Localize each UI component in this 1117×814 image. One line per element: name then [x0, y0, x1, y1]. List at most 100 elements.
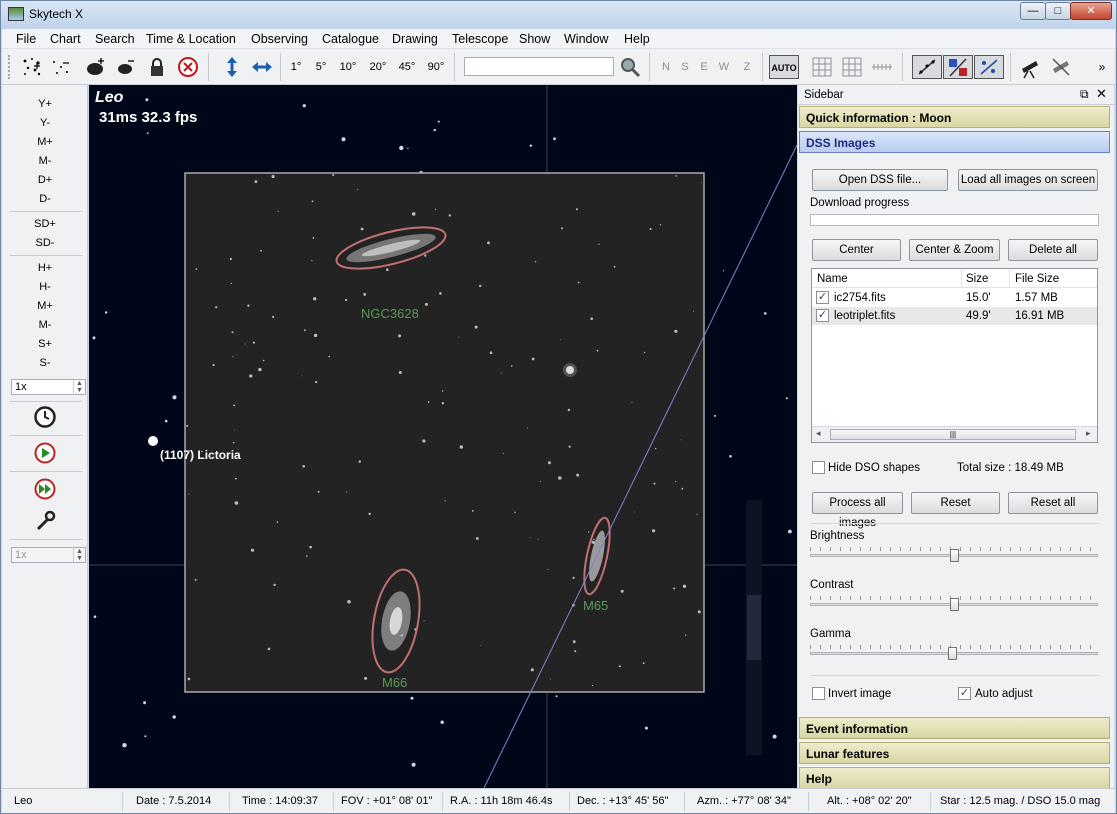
hour-minus-button[interactable]: H-	[2, 281, 88, 293]
sky-chart[interactable]: Leo 31ms 32.3 fps (1107) Lictoria NGC362…	[89, 85, 797, 788]
galaxy-more-icon[interactable]	[83, 55, 107, 79]
column-header-file-size[interactable]: File Size	[1015, 273, 1059, 285]
event-information-header[interactable]: Event information	[799, 717, 1110, 739]
grid-horizontal-icon[interactable]	[840, 55, 864, 79]
table-row[interactable]: ✓ leotriplet.fits 49.9' 16.91 MB	[812, 307, 1097, 325]
brightness-thumb[interactable]	[950, 549, 959, 562]
time-speed-spinbox[interactable]: 1x ▲ ▼	[11, 379, 86, 395]
search-icon[interactable]	[618, 55, 642, 79]
contrast-thumb[interactable]	[950, 598, 959, 611]
hour-plus-button[interactable]: H+	[2, 262, 88, 274]
menu-help[interactable]: Help	[624, 32, 650, 46]
dss-image[interactable]	[184, 172, 705, 693]
dss-images-header[interactable]: DSS Images	[799, 131, 1110, 153]
file-checkbox-2[interactable]: ✓	[816, 309, 829, 322]
contrast-slider[interactable]	[810, 596, 1098, 612]
constellation-boundaries-icon[interactable]	[943, 55, 973, 79]
grid-equatorial-icon[interactable]	[810, 55, 834, 79]
step-speed-spinbox[interactable]: 1x ▲ ▼	[11, 547, 86, 563]
menu-time-location[interactable]: Time & Location	[146, 32, 236, 46]
process-all-button[interactable]: Process all images	[812, 492, 903, 529]
hide-dso-checkbox[interactable]	[812, 461, 825, 474]
second-minus-button[interactable]: S-	[2, 357, 88, 369]
reset-all-button[interactable]: Reset all	[1008, 492, 1098, 514]
menu-observing[interactable]: Observing	[251, 32, 308, 46]
toolbar-overflow-icon[interactable]: »	[1096, 55, 1108, 79]
menu-file[interactable]: File	[16, 32, 36, 46]
telescope-disconnect-icon[interactable]	[1049, 55, 1073, 79]
year-minus-button[interactable]: Y-	[2, 117, 88, 129]
fov-20-button[interactable]: 20°	[366, 55, 390, 79]
invert-image-checkbox[interactable]	[812, 687, 825, 700]
direction-zenith-button[interactable]: Z	[740, 55, 754, 79]
flip-horizontal-icon[interactable]	[250, 55, 274, 79]
column-header-size[interactable]: Size	[966, 273, 988, 285]
center-button[interactable]: Center	[812, 239, 901, 261]
m65-label[interactable]: M65	[583, 598, 608, 613]
lunar-features-header[interactable]: Lunar features	[799, 742, 1110, 764]
cancel-icon[interactable]	[176, 55, 200, 79]
fov-5-button[interactable]: 5°	[310, 55, 332, 79]
delete-all-button[interactable]: Delete all	[1008, 239, 1098, 261]
fov-45-button[interactable]: 45°	[395, 55, 419, 79]
menu-show[interactable]: Show	[519, 32, 550, 46]
day-minus-button[interactable]: D-	[2, 193, 88, 205]
table-row[interactable]: ✓ ic2754.fits 15.0' 1.57 MB	[812, 289, 1097, 307]
chart-scrollbar-thumb[interactable]	[747, 595, 761, 660]
column-header-name[interactable]: Name	[817, 273, 848, 285]
menu-chart[interactable]: Chart	[50, 32, 81, 46]
fov-10-button[interactable]: 10°	[336, 55, 360, 79]
sidereal-day-plus-button[interactable]: SD+	[2, 218, 88, 230]
telescope-icon[interactable]	[1018, 55, 1042, 79]
day-plus-button[interactable]: D+	[2, 174, 88, 186]
sky-chart-canvas[interactable]	[89, 85, 797, 788]
sidereal-day-minus-button[interactable]: SD-	[2, 237, 88, 249]
direction-west-button[interactable]: W	[716, 55, 732, 79]
grid-ecliptic-icon[interactable]	[870, 55, 894, 79]
direction-north-button[interactable]: N	[659, 55, 673, 79]
wrench-icon[interactable]	[2, 509, 88, 533]
constellation-names-icon[interactable]	[974, 55, 1004, 79]
m66-label[interactable]: M66	[382, 675, 407, 690]
file-checkbox-1[interactable]: ✓	[816, 291, 829, 304]
help-header[interactable]: Help	[799, 767, 1110, 789]
stars-more-icon[interactable]	[20, 55, 44, 79]
menu-catalogue[interactable]: Catalogue	[322, 32, 379, 46]
quick-info-header[interactable]: Quick information : Moon	[799, 106, 1110, 128]
clock-icon[interactable]	[2, 405, 88, 429]
scrollbar-thumb[interactable]: |||	[830, 429, 1076, 440]
year-plus-button[interactable]: Y+	[2, 98, 88, 110]
object-search-input[interactable]	[464, 57, 614, 76]
maximize-button[interactable]: □	[1045, 2, 1071, 20]
stars-less-icon[interactable]	[49, 55, 73, 79]
galaxy-less-icon[interactable]	[113, 55, 137, 79]
asteroid-label[interactable]: (1107) Lictoria	[160, 448, 241, 462]
flip-vertical-icon[interactable]	[220, 55, 244, 79]
month-plus-button[interactable]: M+	[2, 136, 88, 148]
center-zoom-button[interactable]: Center & Zoom	[909, 239, 1000, 261]
sidebar-float-icon[interactable]: ⧉	[1080, 87, 1089, 102]
auto-adjust-checkbox[interactable]: ✓	[958, 687, 971, 700]
lock-icon[interactable]	[145, 55, 169, 79]
constellation-lines-icon[interactable]	[912, 55, 942, 79]
brightness-slider[interactable]	[810, 547, 1098, 563]
gamma-thumb[interactable]	[948, 647, 957, 660]
fov-1-button[interactable]: 1°	[286, 55, 306, 79]
fast-forward-icon[interactable]	[2, 477, 88, 501]
second-plus-button[interactable]: S+	[2, 338, 88, 350]
minimize-button[interactable]: —	[1020, 2, 1046, 20]
minute-minus-button[interactable]: M-	[2, 319, 88, 331]
table-h-scrollbar[interactable]: ◂ ||| ▸	[812, 426, 1097, 442]
dss-file-table[interactable]: Name Size File Size ✓ ic2754.fits 15.0' …	[811, 268, 1098, 443]
fov-90-button[interactable]: 90°	[424, 55, 448, 79]
spin-arrows-icon[interactable]: ▲ ▼	[73, 380, 85, 394]
close-button[interactable]: ✕	[1070, 2, 1112, 20]
month-minus-button[interactable]: M-	[2, 155, 88, 167]
scroll-right-icon[interactable]: ▸	[1086, 428, 1091, 439]
auto-grid-button[interactable]: AUTO	[769, 55, 799, 79]
direction-south-button[interactable]: S	[678, 55, 692, 79]
direction-east-button[interactable]: E	[697, 55, 711, 79]
menu-search[interactable]: Search	[95, 32, 135, 46]
load-all-images-button[interactable]: Load all images on screen	[958, 169, 1098, 191]
minute-plus-button[interactable]: M+	[2, 300, 88, 312]
